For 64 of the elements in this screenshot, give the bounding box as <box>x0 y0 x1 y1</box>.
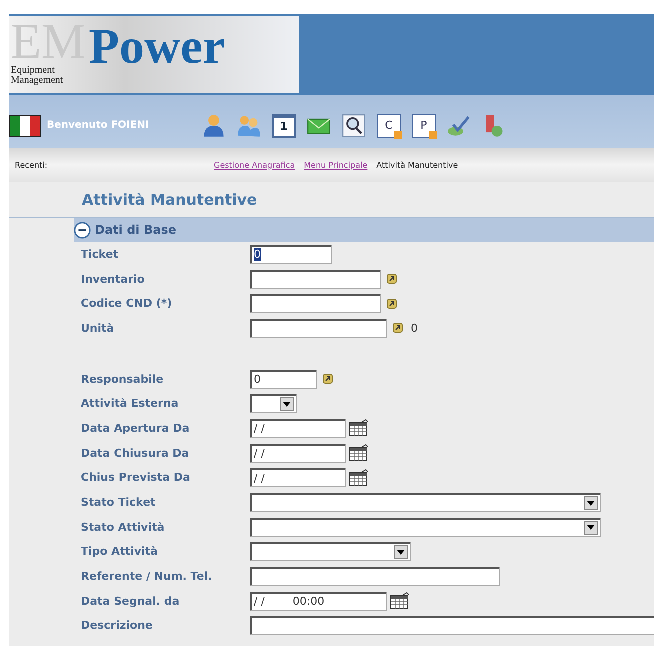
dropdown[interactable] <box>250 394 297 414</box>
field-label: Inventario <box>81 272 146 286</box>
flag-icon <box>9 114 41 136</box>
field-label: Tipo Attività <box>81 545 159 558</box>
field-label: Responsabile <box>81 372 165 386</box>
field-label: Descrizione <box>81 619 154 632</box>
calendar-icon[interactable]: 1 <box>272 114 296 138</box>
field-value: / / <box>254 472 265 485</box>
lookup-icon[interactable] <box>393 323 403 334</box>
field-label: Data Chiusura Da <box>81 446 190 460</box>
field-value: / / <box>254 447 265 460</box>
welcome-text: Benvenuto FOIENI <box>47 120 150 131</box>
calendar-icon[interactable] <box>349 444 369 462</box>
calendar-icon[interactable] <box>390 592 410 610</box>
checkmark-icon[interactable] <box>447 114 471 138</box>
field-label: Data Segnal. da <box>81 594 181 608</box>
section-header[interactable]: Dati di Base <box>74 218 654 242</box>
document-icon[interactable]: C <box>377 114 401 138</box>
calendar-icon[interactable] <box>349 419 369 438</box>
lookup-icon[interactable] <box>387 298 397 309</box>
count-text: 0 <box>411 322 418 335</box>
person-icon[interactable] <box>202 114 226 138</box>
input-field[interactable] <box>250 318 387 338</box>
field-label: Codice CND (*) <box>81 297 174 310</box>
field-label: Ticket <box>81 248 120 261</box>
field-value: 0 <box>254 373 261 386</box>
lookup-icon[interactable] <box>387 274 397 284</box>
field-label: Data Apertura Da <box>81 422 191 435</box>
search-icon[interactable] <box>342 114 366 138</box>
field-label: Stato Ticket <box>81 496 157 510</box>
breadcrumb-link[interactable]: Menu Principale <box>304 160 368 170</box>
field-label: Chius Prevista Da <box>81 471 192 484</box>
document-icon[interactable]: P <box>412 114 436 138</box>
field-label: Stato Attività <box>81 520 166 534</box>
field-value: / / <box>254 595 265 608</box>
input-field[interactable]: 0 <box>250 244 332 264</box>
section-title: Dati di Base <box>95 223 176 237</box>
breadcrumb-link[interactable]: Gestione Anagrafica <box>214 160 296 170</box>
input-field[interactable] <box>250 294 381 314</box>
dropdown[interactable] <box>250 542 411 562</box>
breadcrumb-current: Attività Manutentive <box>376 160 458 170</box>
field-value: 00:00 <box>292 595 325 608</box>
collapse-icon[interactable] <box>74 222 91 238</box>
input-field[interactable] <box>250 567 500 586</box>
input-field[interactable] <box>250 270 381 289</box>
logo-word: Power <box>89 17 226 76</box>
field-value: 0 <box>254 248 261 262</box>
dropdown[interactable] <box>250 493 601 512</box>
recent-label: Recenti: <box>14 160 49 170</box>
calendar-icon[interactable] <box>349 468 369 487</box>
input-field[interactable]: / / <box>250 444 346 463</box>
field-value: / / <box>254 422 265 436</box>
field-label: Attività Esterna <box>81 397 180 410</box>
dropdown[interactable] <box>250 518 601 537</box>
lookup-icon[interactable] <box>323 374 333 384</box>
input-field[interactable]: 0 <box>250 370 317 389</box>
field-label: Referente / Num. Tel. <box>81 570 214 584</box>
input-field[interactable] <box>250 616 654 636</box>
input-field[interactable]: / / <box>250 468 346 488</box>
field-label: Unità <box>81 322 116 335</box>
logo-tagline: Equipment Management <box>11 66 64 86</box>
input-field[interactable]: / / 00:00 <box>250 592 387 611</box>
input-field[interactable]: / / <box>250 418 346 438</box>
page-title: Attività Manutentive <box>82 190 258 208</box>
